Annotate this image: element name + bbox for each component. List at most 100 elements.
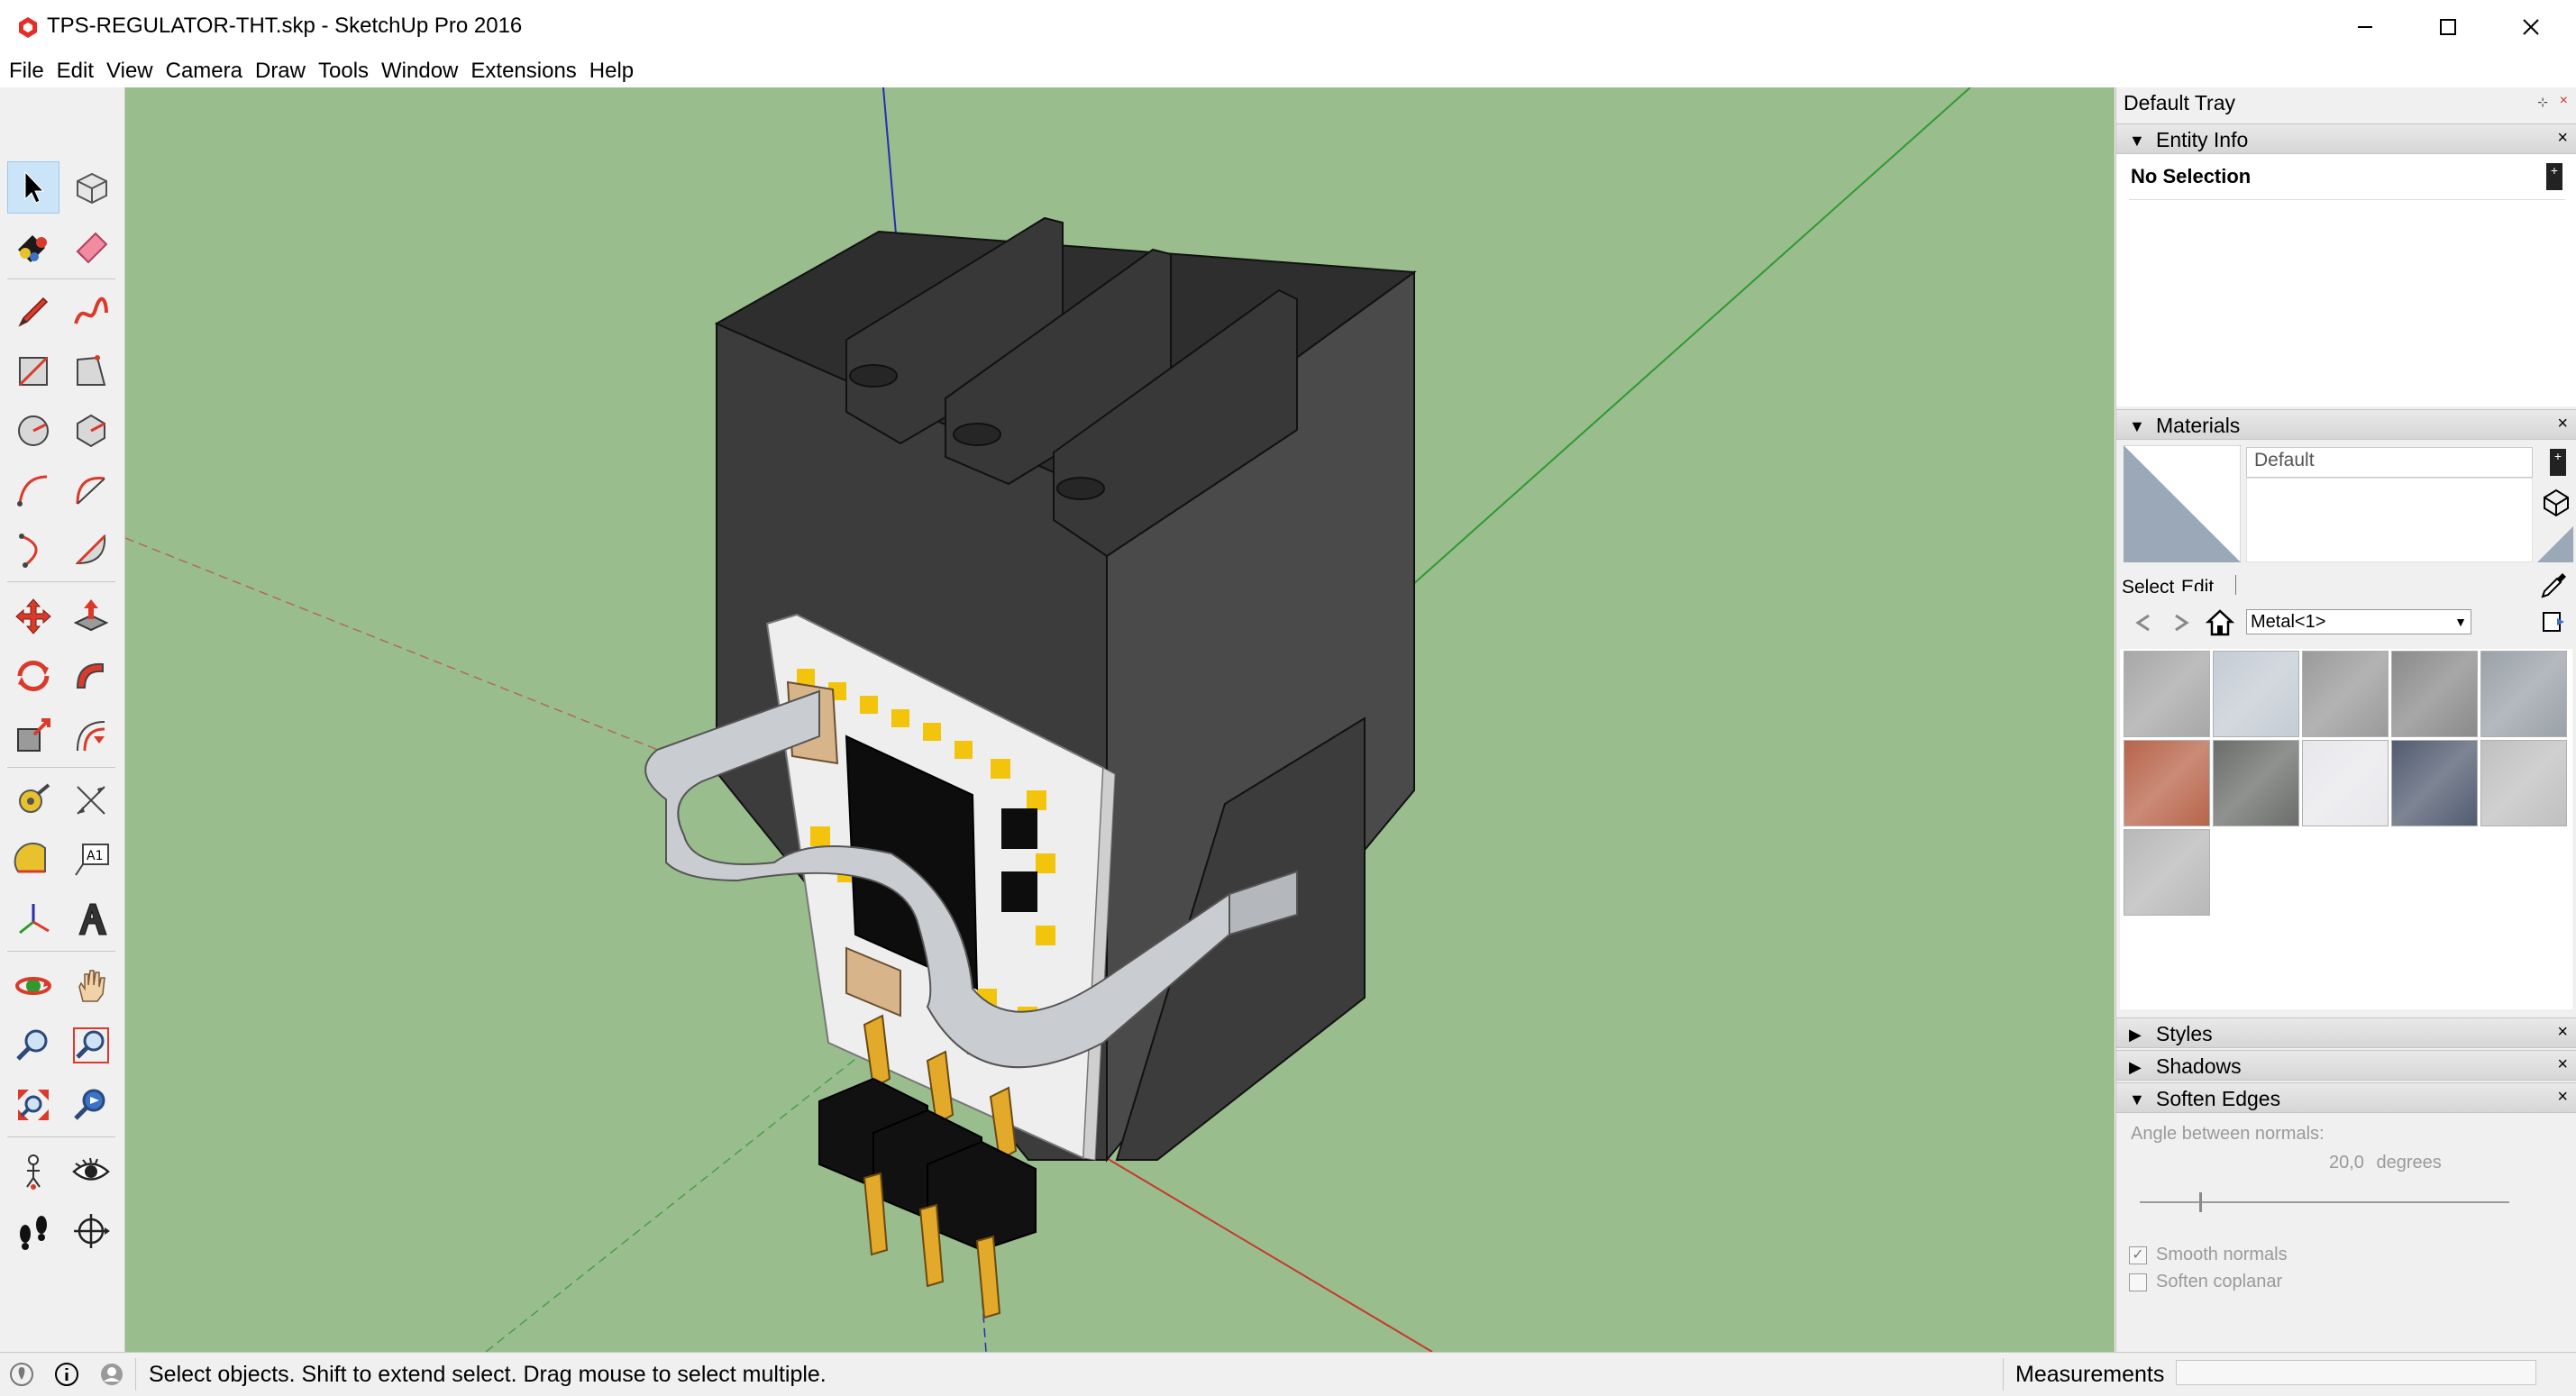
menu-view[interactable]: View (100, 54, 160, 87)
user-account-icon[interactable] (99, 1362, 124, 1387)
measurements-input[interactable] (2176, 1360, 2536, 1385)
smooth-normals-checkbox[interactable]: ✓ (2129, 1246, 2147, 1264)
panel-close-icon[interactable]: × (2557, 128, 2568, 149)
circle-tool-button[interactable] (7, 405, 59, 457)
menu-camera[interactable]: Camera (160, 54, 249, 87)
material-preview (2124, 445, 2241, 562)
paint-bucket-button[interactable] (7, 221, 59, 273)
panel-close-icon[interactable]: × (2557, 1087, 2568, 1108)
menu-file[interactable]: File (0, 54, 50, 87)
material-swatch-metal-brushed-gray[interactable] (2124, 651, 2210, 737)
minimize-button[interactable] (2324, 0, 2407, 54)
orbit-icon (15, 977, 51, 995)
entity-info-panel-header[interactable]: ▼ Entity Info × (2116, 123, 2576, 154)
rectangle-tool-button[interactable] (7, 345, 59, 397)
3d-text-tool-button[interactable] (65, 893, 117, 945)
status-bar: Select objects. Shift to extend select. … (0, 1352, 2576, 1396)
material-swatch-metal-gray-blue[interactable] (2480, 651, 2567, 737)
menu-help[interactable]: Help (583, 54, 640, 87)
display-secondary-selection-icon[interactable] (2541, 487, 2571, 517)
toolbar-separator (7, 581, 115, 582)
section-plane-tool-button[interactable] (65, 1205, 117, 1257)
tape-measure-tool-button[interactable] (7, 774, 59, 826)
text-tool-button[interactable]: A1 (65, 834, 117, 886)
material-library-dropdown[interactable]: Metal<1> ▼ (2246, 609, 2471, 634)
freehand-tool-button[interactable] (65, 286, 117, 338)
pin-icon[interactable]: ⊹ (2537, 95, 2548, 110)
back-arrow-icon[interactable] (2131, 611, 2154, 634)
material-swatch-metal-tread-plate[interactable] (2480, 740, 2567, 826)
details-menu-icon[interactable] (2541, 609, 2566, 634)
three-point-arc-tool-button[interactable] (7, 524, 59, 576)
material-swatch-metal-blue-mesh[interactable] (2391, 740, 2478, 826)
soften-coplanar-checkbox[interactable] (2129, 1273, 2147, 1291)
shadows-panel-header[interactable]: ▶ Shadows × (2116, 1050, 2576, 1081)
zoom-extents-tool-button[interactable] (7, 1079, 59, 1131)
push-pull-tool-button[interactable] (65, 590, 117, 643)
orbit-tool-button[interactable] (7, 960, 59, 1012)
close-button[interactable] (2489, 0, 2572, 54)
menu-tools[interactable]: Tools (312, 54, 375, 87)
arc-tool-button[interactable] (7, 464, 59, 516)
rotated-rectangle-tool-button[interactable] (65, 345, 117, 397)
geo-location-icon[interactable] (9, 1362, 34, 1387)
dimension-tool-button[interactable] (65, 774, 117, 826)
material-swatch-metal-cylinder-chrome[interactable] (2302, 651, 2389, 737)
material-swatch-metal-dark-gray[interactable] (2213, 740, 2299, 826)
zoom-extents-icon (18, 1090, 49, 1120)
pie-tool-button[interactable] (65, 524, 117, 576)
materials-panel-header[interactable]: ▼ Materials × (2116, 409, 2576, 440)
walk-tool-button[interactable] (7, 1205, 59, 1257)
material-swatch-metal-light-blue[interactable] (2213, 651, 2299, 737)
expand-details-icon[interactable]: + (2546, 163, 2562, 190)
credits-info-icon[interactable] (54, 1362, 79, 1387)
zoom-tool-button[interactable] (7, 1019, 59, 1072)
line-tool-button[interactable] (7, 286, 59, 338)
maximize-button[interactable] (2407, 0, 2489, 54)
axes-tool-button[interactable] (7, 893, 59, 945)
forward-arrow-icon[interactable] (2170, 611, 2194, 634)
model-viewport[interactable] (125, 87, 2115, 1352)
tab-select[interactable]: Select (2122, 577, 2174, 598)
make-component-button[interactable] (65, 161, 117, 214)
eyedropper-icon[interactable] (2539, 571, 2568, 600)
soften-edges-panel-header[interactable]: ▼ Soften Edges × (2116, 1082, 2576, 1113)
select-tool-button[interactable] (7, 161, 59, 214)
menu-draw[interactable]: Draw (249, 54, 312, 87)
previous-view-tool-button[interactable] (65, 1079, 117, 1131)
menu-window[interactable]: Window (375, 54, 464, 87)
tab-edit[interactable]: Edit (2181, 577, 2214, 591)
scale-tool-button[interactable] (7, 709, 59, 762)
position-camera-tool-button[interactable] (7, 1145, 59, 1198)
protractor-tool-button[interactable] (7, 834, 59, 886)
polygon-tool-button[interactable] (65, 405, 117, 457)
angle-slider-thumb[interactable] (2199, 1192, 2202, 1212)
panel-close-icon[interactable]: × (2557, 1022, 2568, 1043)
menu-extensions[interactable]: Extensions (464, 54, 582, 87)
panel-close-icon[interactable]: × (2557, 1054, 2568, 1075)
follow-me-tool-button[interactable] (65, 650, 117, 702)
zoom-window-tool-button[interactable] (65, 1019, 117, 1072)
styles-panel-header[interactable]: ▶ Styles × (2116, 1017, 2576, 1048)
panel-close-icon[interactable]: × (2557, 414, 2568, 434)
angle-slider-track[interactable] (2140, 1192, 2509, 1212)
default-material-swatch-icon[interactable] (2537, 526, 2573, 562)
rectangle-icon (18, 356, 49, 387)
home-icon[interactable] (2205, 607, 2235, 638)
material-swatch-metal-copper-rust[interactable] (2124, 740, 2210, 826)
two-point-arc-tool-button[interactable] (65, 464, 117, 516)
material-swatch-metal-white[interactable] (2302, 740, 2389, 826)
eraser-button[interactable] (65, 221, 117, 273)
rotate-tool-button[interactable] (7, 650, 59, 702)
menu-edit[interactable]: Edit (50, 54, 100, 87)
look-around-tool-button[interactable] (65, 1145, 117, 1198)
pan-tool-button[interactable] (65, 960, 117, 1012)
material-name-field[interactable]: Default (2246, 447, 2533, 478)
move-tool-button[interactable] (7, 590, 59, 643)
angle-label: Angle between normals: (2131, 1124, 2325, 1144)
create-material-icon[interactable]: + (2550, 449, 2566, 476)
material-swatch-metal-light-gray[interactable] (2124, 829, 2210, 916)
material-swatch-metal-diamond-plate[interactable] (2391, 651, 2478, 737)
tray-close-icon[interactable]: × (2560, 93, 2568, 109)
offset-tool-button[interactable] (65, 709, 117, 762)
